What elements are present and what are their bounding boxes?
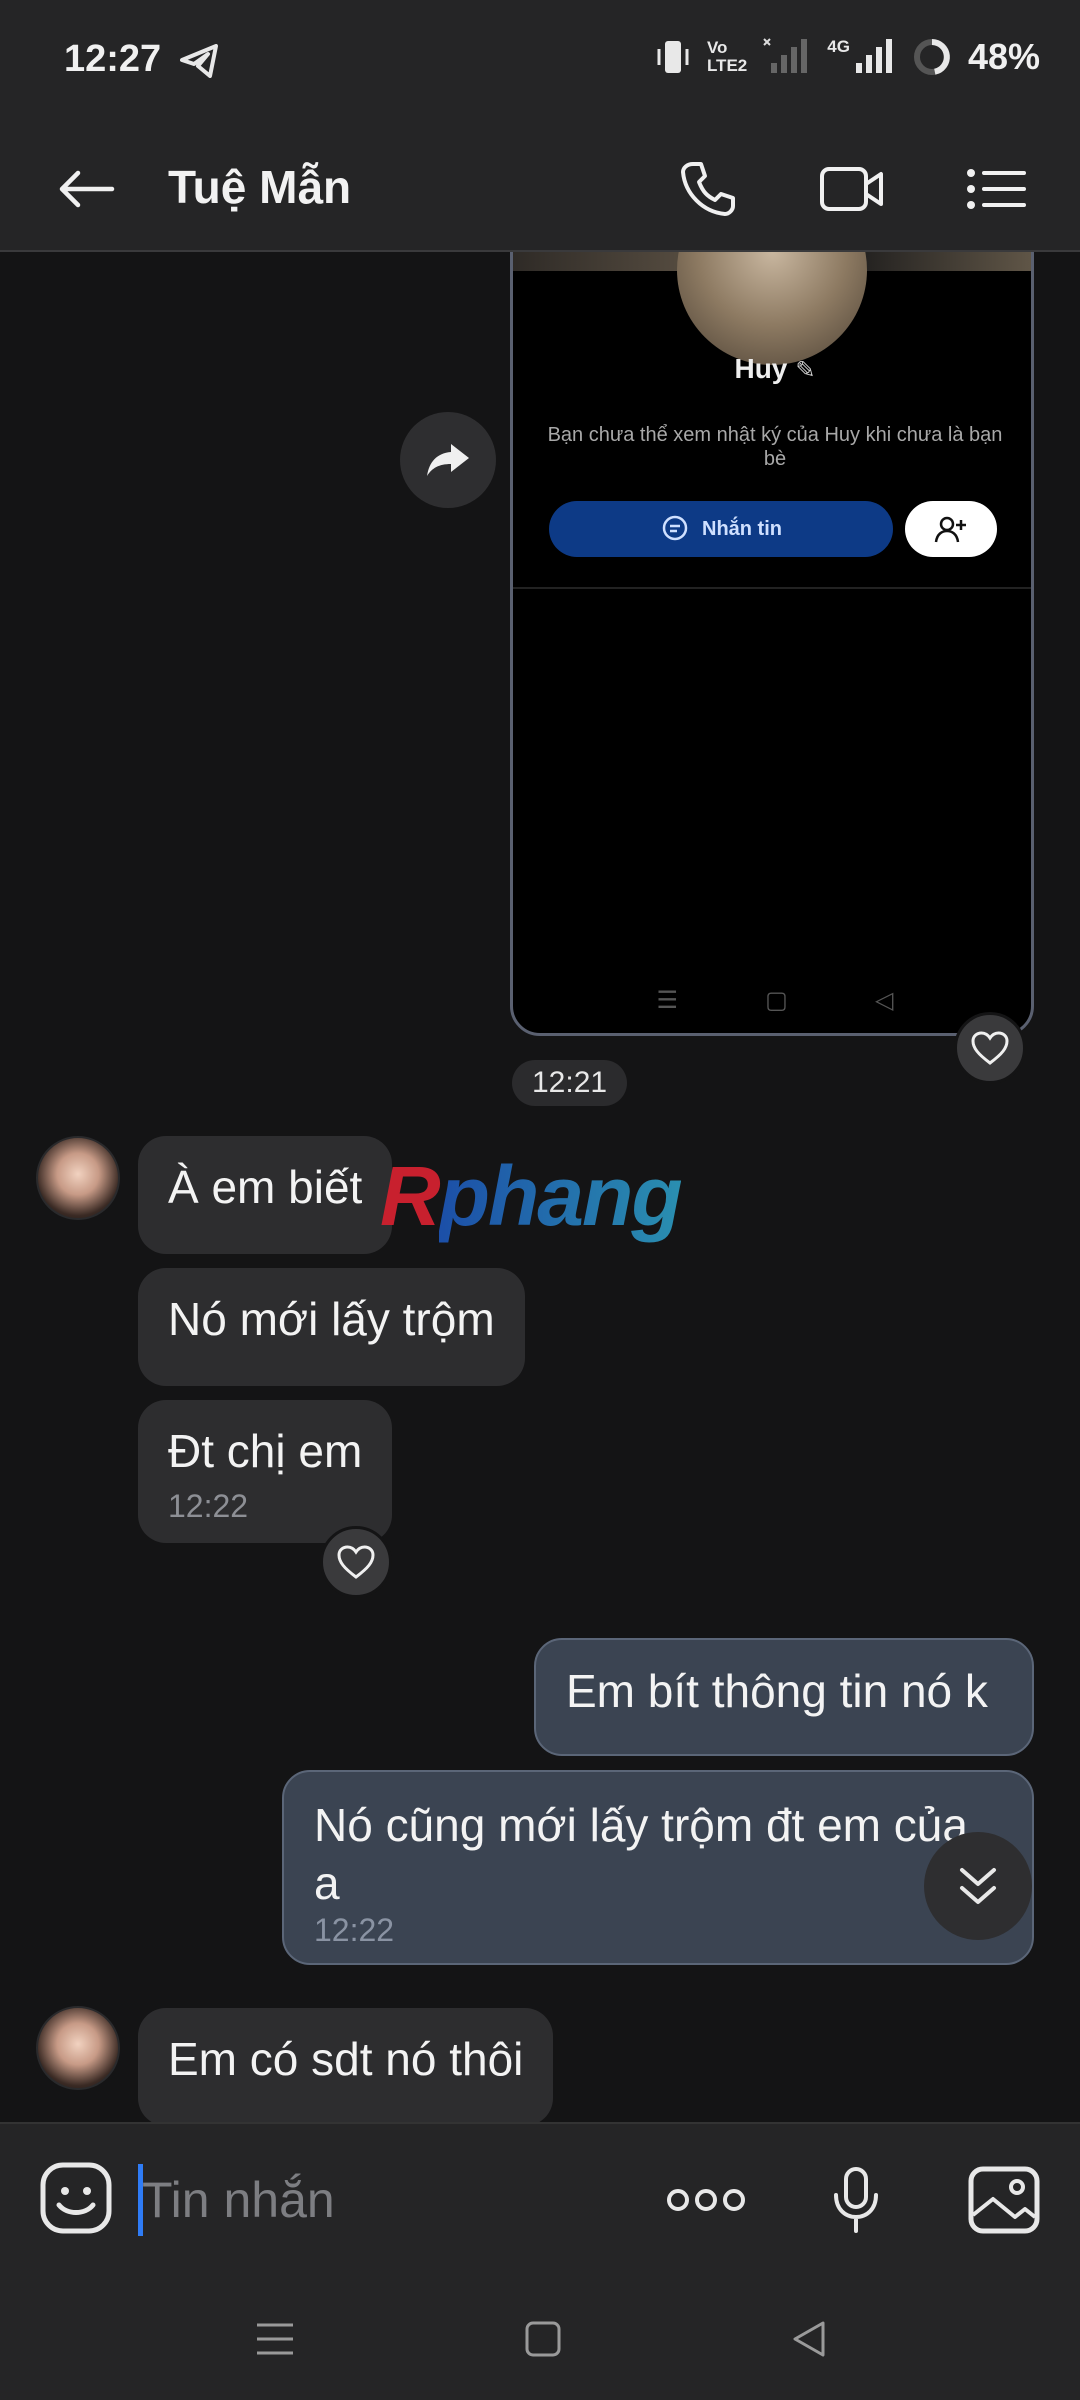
microphone-icon (834, 2167, 878, 2233)
message-bubble[interactable]: À em biết (138, 1136, 393, 1254)
screenshot-nav-bar: ☰ ▢ ◁ (513, 986, 1031, 1015)
voice-call-button[interactable] (668, 154, 748, 224)
more-options-button[interactable] (664, 2160, 748, 2240)
chat-title[interactable]: Tuệ Mẫn (168, 160, 351, 214)
message-button: Nhắn tin (549, 501, 893, 557)
message-input-bar (0, 2122, 1080, 2274)
message-bubble[interactable]: Em có sdt nó thôi (138, 2008, 554, 2122)
status-icons: Vo LTE2 4G 48% (655, 36, 1040, 78)
back-nav-button[interactable] (774, 2304, 844, 2374)
chat-bubble-icon (662, 515, 688, 541)
add-friend-icon (934, 516, 966, 543)
message-text: Nó mới lấy trộm (168, 1293, 495, 1345)
share-arrow-icon (427, 444, 469, 476)
heart-icon (971, 1031, 1009, 1065)
phone-icon (681, 162, 735, 216)
avatar[interactable] (36, 2006, 120, 2090)
signal-sim2-icon (855, 39, 892, 73)
emoji-button[interactable] (36, 2158, 116, 2238)
recents-icon: ☰ (656, 987, 679, 1014)
edit-pencil-icon: ✎ (795, 357, 816, 384)
message-text: Nó cũng mới lấy trộm đt em của a (314, 1799, 968, 1909)
back-arrow-icon (59, 170, 115, 208)
heart-icon (337, 1545, 375, 1579)
message-bubble[interactable]: Đt chị em 12:22 (138, 1400, 393, 1543)
react-heart-button[interactable] (320, 1526, 392, 1598)
voice-message-button[interactable] (814, 2160, 898, 2240)
shared-screenshot-image[interactable]: Huy ✎ Bạn chưa thể xem nhật ký của Huy kh… (510, 252, 1034, 1036)
menu-button[interactable] (956, 154, 1036, 224)
react-heart-button[interactable] (954, 1012, 1026, 1084)
gallery-button[interactable] (962, 2160, 1046, 2240)
system-nav-bar (0, 2274, 1080, 2400)
time-divider: 12:21 (512, 1060, 628, 1106)
signal-sim1-icon (763, 38, 808, 73)
message-bubble[interactable]: Nó mới lấy trộm (138, 1268, 525, 1386)
watermark-logo: Rphang (380, 1149, 683, 1243)
status-bar: 12:27 Vo LTE2 4G 48% (0, 0, 1080, 126)
more-dots-icon (667, 2189, 745, 2211)
add-friend-button (905, 501, 997, 557)
sticker-icon (40, 2162, 112, 2234)
message-time: 12:22 (314, 1912, 395, 1948)
message-text: Đt chị em (168, 1425, 363, 1477)
recents-icon (257, 2323, 293, 2355)
recents-button[interactable] (240, 2304, 310, 2374)
message-text: Em có sdt nó thôi (168, 2033, 524, 2085)
chat-area[interactable]: Huy ✎ Bạn chưa thể xem nhật ký của Huy kh… (0, 252, 1080, 2122)
message-text: À em biết (168, 1161, 363, 1213)
battery-percent: 48% (967, 36, 1040, 77)
profile-photo (677, 252, 867, 365)
forward-button[interactable] (400, 412, 496, 508)
image-icon (968, 2166, 1040, 2234)
message-input[interactable] (142, 2164, 622, 2236)
battery-ring-icon (913, 39, 950, 75)
home-icon: ▢ (765, 987, 788, 1014)
message-text: Em bít thông tin nó k (566, 1665, 988, 1717)
chat-header: Tuệ Mẫn (0, 126, 1080, 252)
home-icon (525, 2321, 561, 2357)
video-call-button[interactable] (812, 154, 892, 224)
double-chevron-down-icon (960, 1868, 996, 1904)
vibrate-icon (657, 41, 689, 73)
profile-note: Bạn chưa thể xem nhật ký của Huy khi chư… (547, 424, 1003, 470)
profile-name: Huy ✎ (734, 353, 816, 384)
avatar[interactable] (36, 1136, 120, 1220)
home-button[interactable] (508, 2304, 578, 2374)
video-camera-icon (820, 167, 883, 211)
message-time: 12:22 (168, 1488, 249, 1524)
back-triangle-icon: ◁ (874, 987, 894, 1014)
scroll-to-bottom-button[interactable] (924, 1832, 1032, 1940)
back-triangle-icon (793, 2321, 825, 2357)
network-type-label: 4G (827, 37, 850, 56)
menu-list-icon (967, 169, 1026, 209)
message-bubble-outgoing[interactable]: Em bít thông tin nó k (534, 1638, 1034, 1756)
status-time: 12:27 (64, 38, 162, 80)
back-button[interactable] (56, 156, 136, 222)
divider (513, 587, 1031, 589)
volte-label: Vo LTE2 (706, 38, 748, 75)
telegram-icon (180, 44, 218, 78)
message-bubble-outgoing[interactable]: Nó cũng mới lấy trộm đt em của a 12:22 (282, 1770, 1034, 1965)
